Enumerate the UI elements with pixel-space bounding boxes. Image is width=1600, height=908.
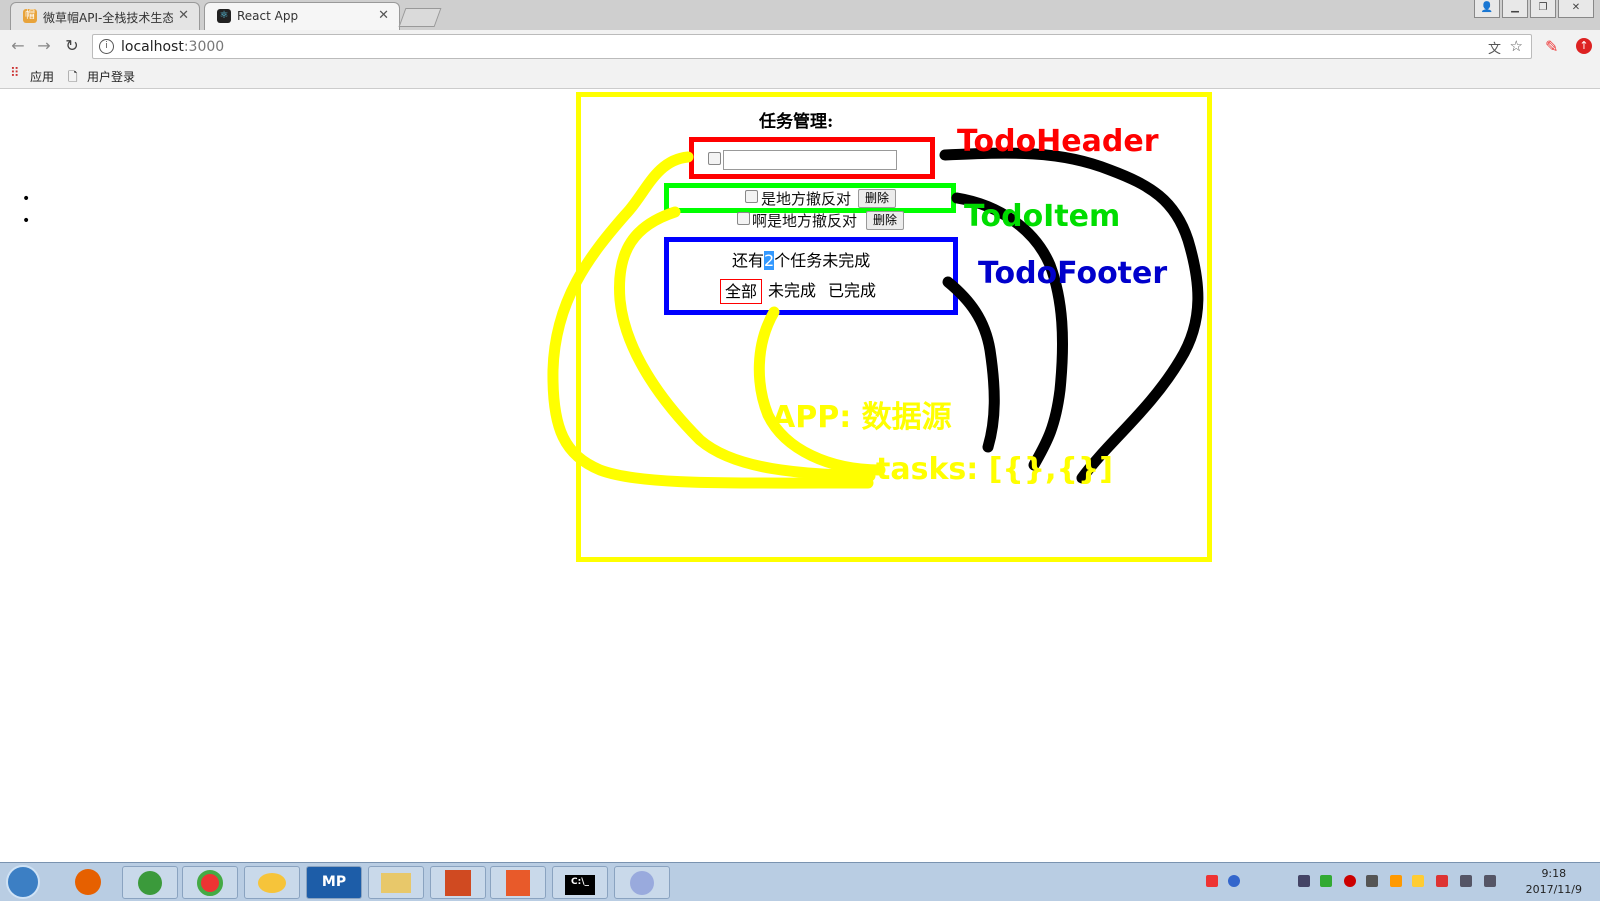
security-icon[interactable]: [1320, 875, 1332, 887]
clock-time: 9:18: [1541, 867, 1567, 880]
network-icon[interactable]: [1460, 875, 1472, 887]
windows-taskbar: MP C:\_ 9:18 2017/11/9: [0, 862, 1600, 901]
annotation-strokes: [547, 147, 1204, 489]
firefox-icon[interactable]: [60, 866, 116, 899]
ime-icon[interactable]: [1206, 875, 1218, 887]
annotation-app: APP: 数据源: [772, 400, 952, 435]
mp-icon[interactable]: MP: [306, 866, 362, 899]
messenger-tray-icon[interactable]: [1412, 875, 1424, 887]
black-stroke-footer: [942, 276, 1000, 453]
hbuilder-icon[interactable]: [490, 866, 546, 899]
annotation-tasks: tasks: [{},{}]: [876, 452, 1113, 487]
annotation-todoheader: TodoHeader: [957, 124, 1159, 159]
chrome-icon[interactable]: [182, 866, 238, 899]
ie-icon[interactable]: [122, 866, 178, 899]
shield-icon[interactable]: [1390, 875, 1402, 887]
messenger-icon[interactable]: [244, 866, 300, 899]
yellow-stroke-footer: [753, 306, 886, 476]
cmd-icon[interactable]: C:\_: [552, 866, 608, 899]
volume-icon[interactable]: [1484, 875, 1496, 887]
explorer-icon[interactable]: [368, 866, 424, 899]
annotation-todoitem: TodoItem: [964, 199, 1121, 234]
help-icon[interactable]: [1228, 875, 1240, 887]
usb-icon[interactable]: [1298, 875, 1310, 887]
powerpoint-icon[interactable]: [430, 866, 486, 899]
cmd-label: C:\_: [565, 875, 595, 895]
speaker-icon[interactable]: [1366, 875, 1378, 887]
annotation-todofooter: TodoFooter: [978, 256, 1168, 291]
clock-date: 2017/11/9: [1525, 883, 1582, 896]
start-button[interactable]: [6, 865, 40, 899]
taskbar-clock[interactable]: 9:18 2017/11/9: [1526, 866, 1582, 898]
action-center-icon[interactable]: [1436, 875, 1448, 887]
black-stroke-item: [951, 192, 1069, 471]
yellow-stroke-item: [613, 206, 876, 482]
paint-icon[interactable]: [614, 866, 670, 899]
record-icon[interactable]: [1344, 875, 1356, 887]
